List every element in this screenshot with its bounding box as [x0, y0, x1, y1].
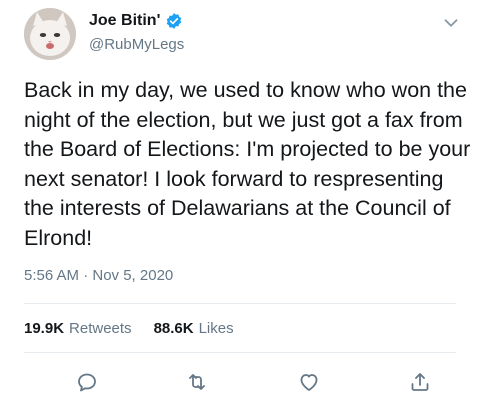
retweets-count: 19.9K	[24, 320, 65, 337]
verified-badge-icon	[165, 12, 183, 30]
likes-count: 88.6K	[153, 320, 194, 337]
likes-stat[interactable]: 88.6K Likes	[154, 320, 234, 337]
divider	[24, 303, 456, 304]
heart-icon[interactable]	[297, 370, 321, 394]
retweets-label: Retweets	[69, 320, 132, 337]
retweets-stat[interactable]: 19.9K Retweets	[24, 320, 132, 337]
divider	[24, 352, 456, 353]
retweet-icon[interactable]	[185, 370, 209, 394]
tweet-text: Back in my day, we used to know who won …	[24, 78, 471, 250]
chevron-down-icon[interactable]	[440, 12, 462, 34]
tweet-actions	[0, 370, 480, 396]
author-handle[interactable]: @RubMyLegs	[89, 36, 184, 53]
tweet-timestamp[interactable]: 5:56 AM · Nov 5, 2020	[24, 267, 173, 284]
author-display-name[interactable]: Joe Bitin'	[89, 12, 160, 30]
share-icon[interactable]	[408, 370, 432, 394]
avatar[interactable]	[24, 8, 76, 60]
reply-icon[interactable]	[75, 370, 99, 394]
tweet-stats: 19.9K Retweets 88.6K Likes	[24, 320, 234, 337]
avatar-cat-image	[24, 8, 76, 60]
author-name-row: Joe Bitin'	[89, 12, 183, 30]
likes-label: Likes	[198, 320, 234, 337]
